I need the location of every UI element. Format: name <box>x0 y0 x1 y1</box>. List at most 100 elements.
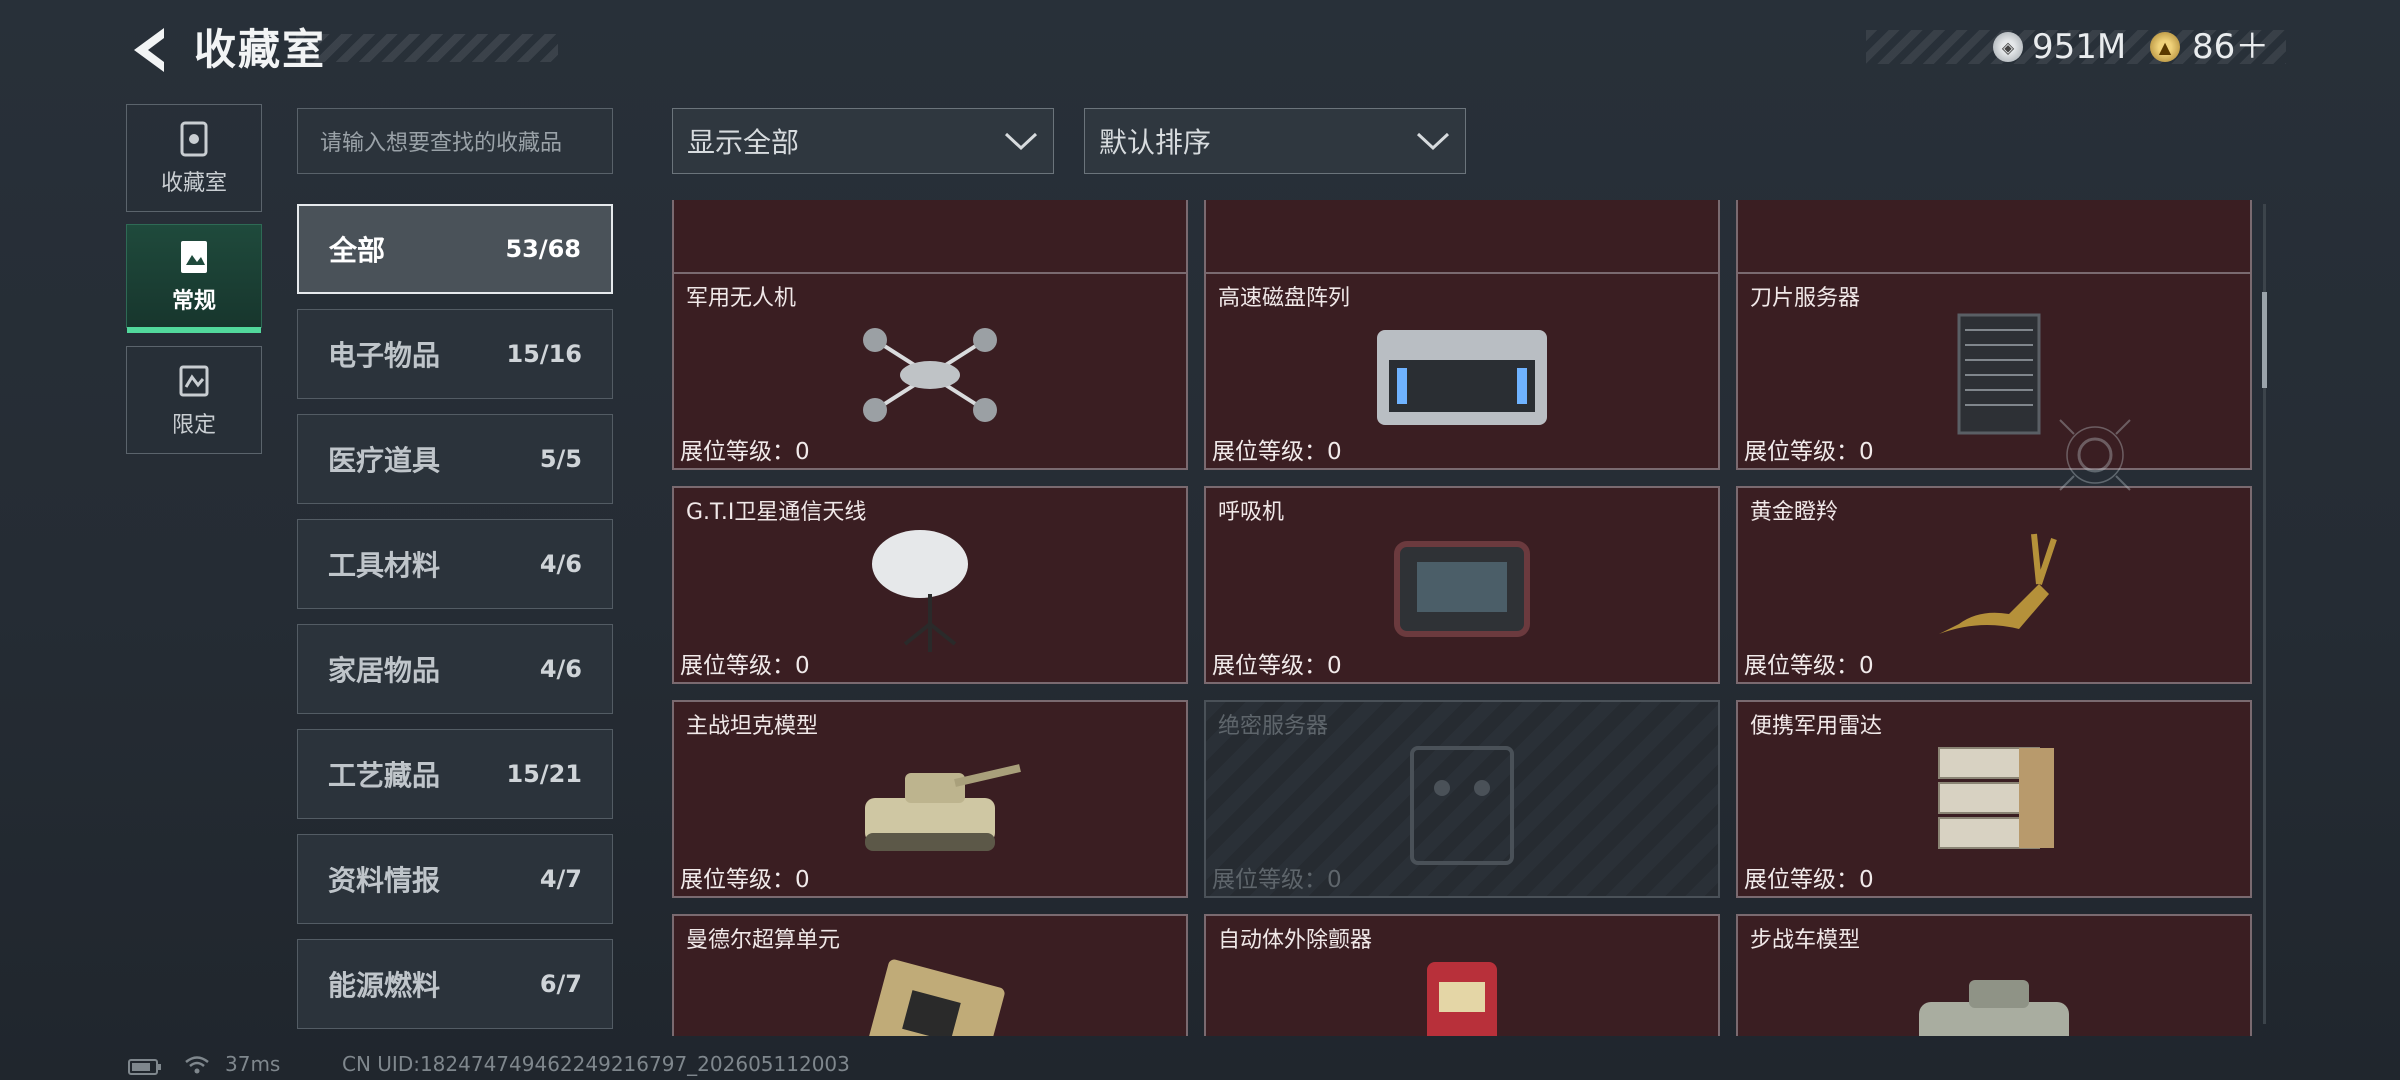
collection-item-card[interactable]: 高速磁盘阵列展位等级：0 <box>1204 272 1720 470</box>
tank-model-icon <box>865 764 1021 851</box>
back-icon[interactable] <box>124 22 180 78</box>
ventilator-icon <box>1394 541 1530 637</box>
booth-level: 展位等级：0 <box>680 860 810 894</box>
booth-level: 展位等级：0 <box>680 432 810 466</box>
booth-level-value: 0 <box>1327 653 1342 679</box>
category-name: 全部 <box>329 234 386 267</box>
collection-item-card[interactable]: 主战坦克模型展位等级：0 <box>672 700 1188 898</box>
item-name: 绝密服务器 <box>1218 714 1329 739</box>
defibrillator-icon <box>1427 962 1497 1036</box>
booth-level-label: 展位等级： <box>1212 867 1327 893</box>
booth-level: 展位等级：0 <box>680 646 810 680</box>
category-name: 工艺藏品 <box>328 759 441 792</box>
category-count: 53/68 <box>505 235 581 263</box>
category-name: 能源燃料 <box>328 969 441 1002</box>
collection-item-card[interactable]: 黄金瞪羚 展位等级：0 <box>1736 486 2252 684</box>
booth-level-value: 0 <box>795 439 810 465</box>
active-tab-indicator <box>127 327 261 333</box>
regular-icon <box>181 241 207 273</box>
sort-value: 默认排序 <box>1099 126 1212 159</box>
booth-level-label: 展位等级： <box>680 439 795 465</box>
category-count: 5/5 <box>539 445 582 473</box>
golden-gazelle-icon <box>1939 533 2057 634</box>
secret-server-icon <box>1410 746 1514 865</box>
booth-level-value: 0 <box>1859 439 1874 465</box>
item-name: 自动体外除颤器 <box>1218 928 1373 953</box>
sort-dropdown[interactable]: 默认排序 <box>1084 108 1466 174</box>
category-name: 家居物品 <box>328 654 441 687</box>
booth-level-label: 展位等级： <box>1212 439 1327 465</box>
booth-level: 展位等级：0 <box>1744 646 1874 680</box>
category-count: 6/7 <box>539 970 582 998</box>
ifv-model-icon <box>1919 980 2069 1036</box>
supercomputer-unit-icon <box>865 959 1005 1036</box>
item-name: 高速磁盘阵列 <box>1218 286 1351 311</box>
category-tools[interactable]: 工具材料 4/6 <box>297 519 613 609</box>
item-name: 主战坦克模型 <box>686 714 819 739</box>
collection-item-card[interactable]: 步战车模型展位等级：0 <box>1736 914 2252 1036</box>
booth-level-value: 0 <box>795 867 810 893</box>
booth-level-label: 展位等级： <box>1744 653 1859 679</box>
collection-item-card[interactable]: 绝密服务器展位等级：0 <box>1204 700 1720 898</box>
chevron-down-icon <box>1416 132 1450 151</box>
booth-level-value: 0 <box>1327 867 1342 893</box>
collection-item-card[interactable]: 曼德尔超算单元展位等级：0 <box>672 914 1188 1036</box>
booth-level-label: 展位等级： <box>680 653 795 679</box>
side-tab-label: 常规 <box>171 289 216 314</box>
portable-radar-icon <box>1938 747 2054 849</box>
side-tab-collection-room[interactable]: 收藏室 <box>126 104 262 212</box>
category-count: 4/7 <box>539 865 582 893</box>
category-crafts[interactable]: 工艺藏品 15/21 <box>297 729 613 819</box>
category-all[interactable]: 全部 53/68 <box>297 204 613 294</box>
display-filter-value: 显示全部 <box>687 126 800 159</box>
ping-readout: 37ms <box>225 1052 281 1076</box>
booth-level-label: 展位等级： <box>1744 439 1859 465</box>
booth-level: 展位等级：0 <box>1212 646 1342 680</box>
page-title: 收藏室 <box>194 25 327 74</box>
booth-level-value: 0 <box>795 653 810 679</box>
title-decor-stripe <box>296 34 558 62</box>
category-count: 15/21 <box>506 760 582 788</box>
collection-item-card[interactable]: 刀片服务器 展位等级：0 <box>1736 272 2252 470</box>
booth-level-value: 0 <box>1859 867 1874 893</box>
collection-item-card[interactable]: 呼吸机 展位等级：0 <box>1204 486 1720 684</box>
item-name: 曼德尔超算单元 <box>686 928 841 953</box>
category-name: 电子物品 <box>328 339 441 372</box>
gold-coin-icon: ▲ <box>2150 32 2180 62</box>
side-tab-limited[interactable]: 限定 <box>126 346 262 454</box>
category-name: 工具材料 <box>328 549 441 582</box>
item-name: 步战车模型 <box>1750 928 1861 953</box>
chevron-down-icon <box>1004 132 1038 151</box>
scrollbar-thumb[interactable] <box>2262 292 2267 388</box>
currency-silver-amount: 951M <box>2032 27 2127 67</box>
battery-icon <box>128 1059 161 1075</box>
side-tab-regular[interactable]: 常规 <box>126 224 262 333</box>
category-energy[interactable]: 能源燃料 6/7 <box>297 939 613 1029</box>
item-name: 军用无人机 <box>686 286 797 311</box>
silver-coin-icon: ◈ <box>1993 32 2023 62</box>
display-filter-dropdown[interactable]: 显示全部 <box>672 108 1054 174</box>
item-name: G.T.I卫星通信天线 <box>686 500 867 525</box>
category-medical[interactable]: 医疗道具 5/5 <box>297 414 613 504</box>
item-name: 便携军用雷达 <box>1750 714 1883 739</box>
collection-item-card[interactable]: 军用无人机展位等级：0 <box>672 272 1188 470</box>
collection-grid: 展位等级：0展位等级：0展位等级：0军用无人机展位等级：0高速磁盘阵列展位等级：… <box>672 200 2268 1036</box>
booth-level: 展位等级：0 <box>1212 432 1342 466</box>
limited-icon <box>179 365 209 397</box>
side-tab-label: 限定 <box>171 413 216 438</box>
category-count: 4/6 <box>539 655 582 683</box>
booth-level-value: 0 <box>1327 439 1342 465</box>
collection-item-card[interactable]: 便携军用雷达 展位等级：0 <box>1736 700 2252 898</box>
currency-gold-amount[interactable]: 86＋ <box>2192 26 2269 68</box>
search-input[interactable]: 请输入想要查找的收藏品 <box>297 108 613 174</box>
category-intel[interactable]: 资料情报 4/7 <box>297 834 613 924</box>
collection-item-card[interactable]: 自动体外除颤器展位等级：0 <box>1204 914 1720 1036</box>
category-electronics[interactable]: 电子物品 15/16 <box>297 309 613 399</box>
category-count: 4/6 <box>539 550 582 578</box>
category-name: 医疗道具 <box>328 444 441 477</box>
booth-level: 展位等级：0 <box>1744 432 1874 466</box>
category-household[interactable]: 家居物品 4/6 <box>297 624 613 714</box>
collection-item-card[interactable]: G.T.I卫星通信天线展位等级：0 <box>672 486 1188 684</box>
crosshair-decor-icon <box>2059 419 2131 491</box>
category-name: 资料情报 <box>328 864 441 897</box>
